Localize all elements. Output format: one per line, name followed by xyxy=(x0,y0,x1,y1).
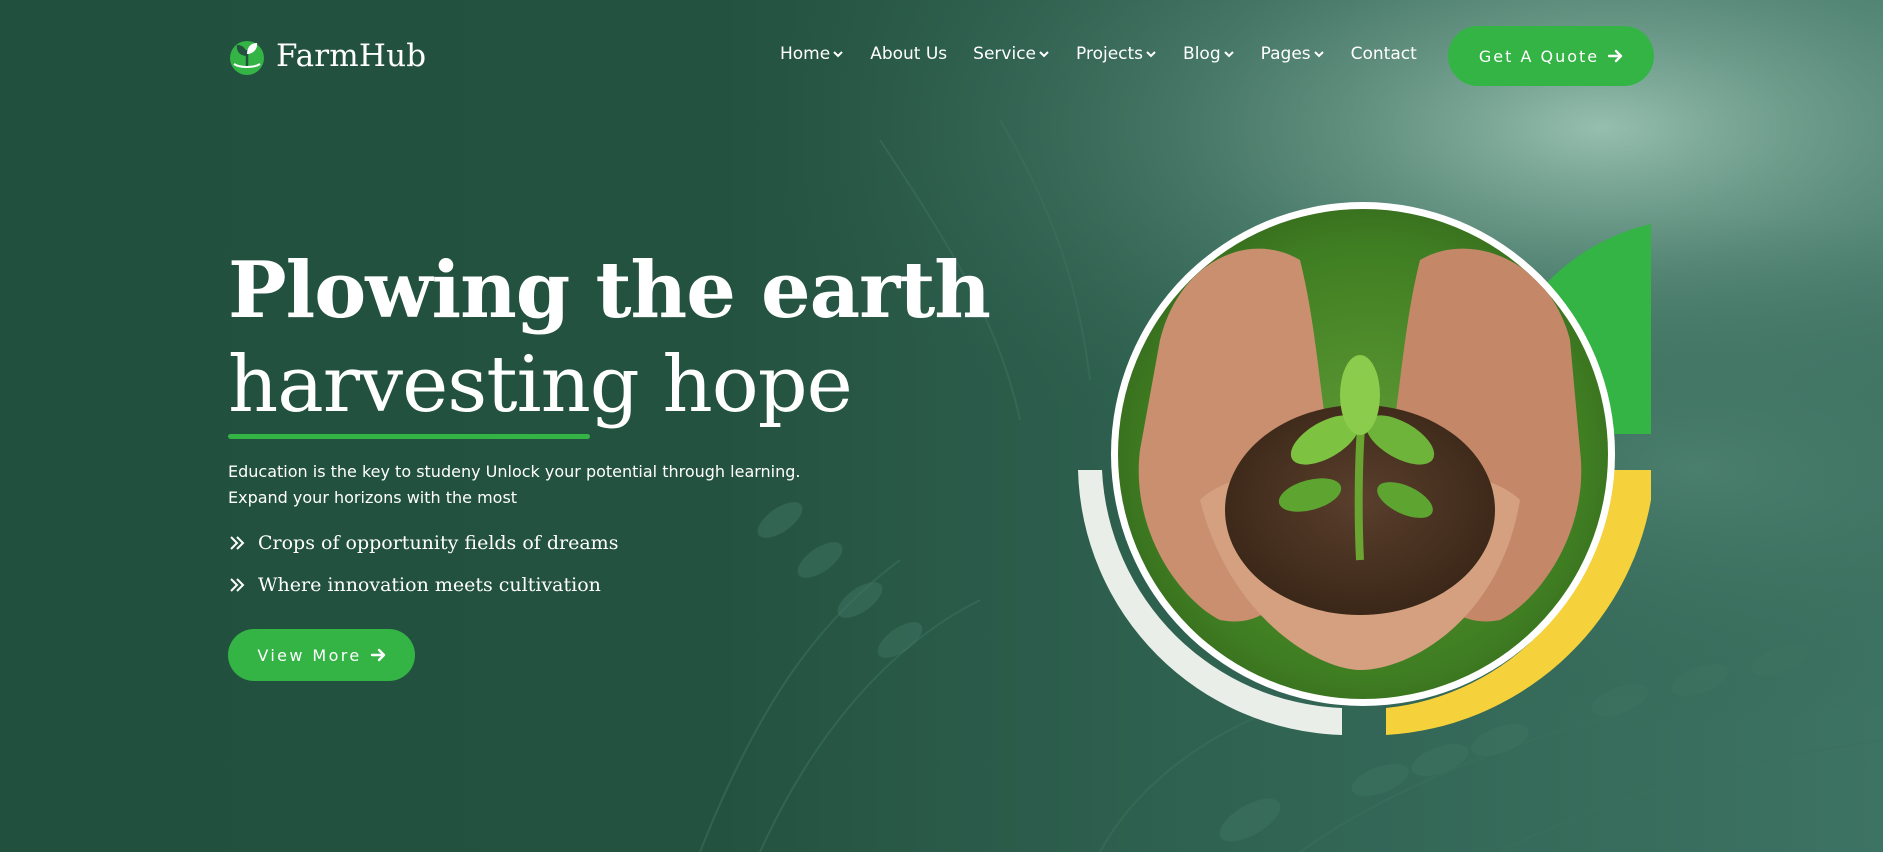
hero-description-line-2: Expand your horizons with the most xyxy=(228,488,518,507)
get-a-quote-button[interactable]: Get A Quote xyxy=(1448,26,1654,86)
nav-item-blog[interactable]: Blog xyxy=(1183,44,1235,64)
hero-description: Education is the key to studeny Unlock y… xyxy=(228,459,848,511)
hero-image-composition xyxy=(1078,202,1651,735)
double-chevron-right-icon xyxy=(230,578,245,592)
chevron-down-icon xyxy=(1039,51,1049,58)
nav-item-label: Pages xyxy=(1260,44,1311,64)
nav-item-home[interactable]: Home xyxy=(780,44,844,64)
site-header: FarmHub Home About Us Service Projects B… xyxy=(0,0,1883,112)
view-more-button[interactable]: View More xyxy=(228,629,415,681)
chevron-down-icon xyxy=(1223,51,1234,58)
hero-headline-line-2: harvesting hope xyxy=(228,340,853,430)
nav-item-pages[interactable]: Pages xyxy=(1261,44,1325,64)
nav-item-projects[interactable]: Projects xyxy=(1076,44,1157,64)
main-nav: Home About Us Service Projects Blog Page… xyxy=(780,44,1443,64)
hero-section: FarmHub Home About Us Service Projects B… xyxy=(0,0,1883,852)
feature-item: Crops of opportunity fields of dreams xyxy=(228,532,618,554)
nav-item-label: Contact xyxy=(1350,44,1417,64)
get-a-quote-label: Get A Quote xyxy=(1478,46,1600,66)
nav-item-label: Home xyxy=(780,44,831,64)
nav-item-about-us[interactable]: About Us xyxy=(870,44,947,64)
brand-logo[interactable]: FarmHub xyxy=(228,36,426,76)
arrow-right-icon xyxy=(1607,49,1623,63)
feature-item: Where innovation meets cultivation xyxy=(228,574,601,596)
double-chevron-right-icon xyxy=(230,536,245,550)
chevron-down-icon xyxy=(1146,51,1156,58)
nav-item-contact[interactable]: Contact xyxy=(1351,44,1417,64)
nav-item-label: About Us xyxy=(870,44,948,64)
chevron-down-icon xyxy=(1313,51,1324,58)
hero-description-line-1: Education is the key to studeny Unlock y… xyxy=(228,462,801,481)
leaf-sprout-icon xyxy=(230,41,264,75)
feature-text: Where innovation meets cultivation xyxy=(258,574,601,596)
view-more-label: View More xyxy=(257,645,362,665)
arrow-right-icon xyxy=(370,648,385,662)
nav-item-label: Projects xyxy=(1076,44,1144,64)
brand-name: FarmHub xyxy=(276,38,427,74)
nav-item-label: Service xyxy=(973,44,1037,64)
nav-item-service[interactable]: Service xyxy=(973,44,1050,64)
chevron-down-icon xyxy=(833,51,843,58)
nav-item-label: Blog xyxy=(1183,44,1221,64)
headline-underline xyxy=(228,434,590,439)
feature-text: Crops of opportunity fields of dreams xyxy=(258,532,619,554)
hero-headline-line-1: Plowing the earth xyxy=(228,245,991,336)
